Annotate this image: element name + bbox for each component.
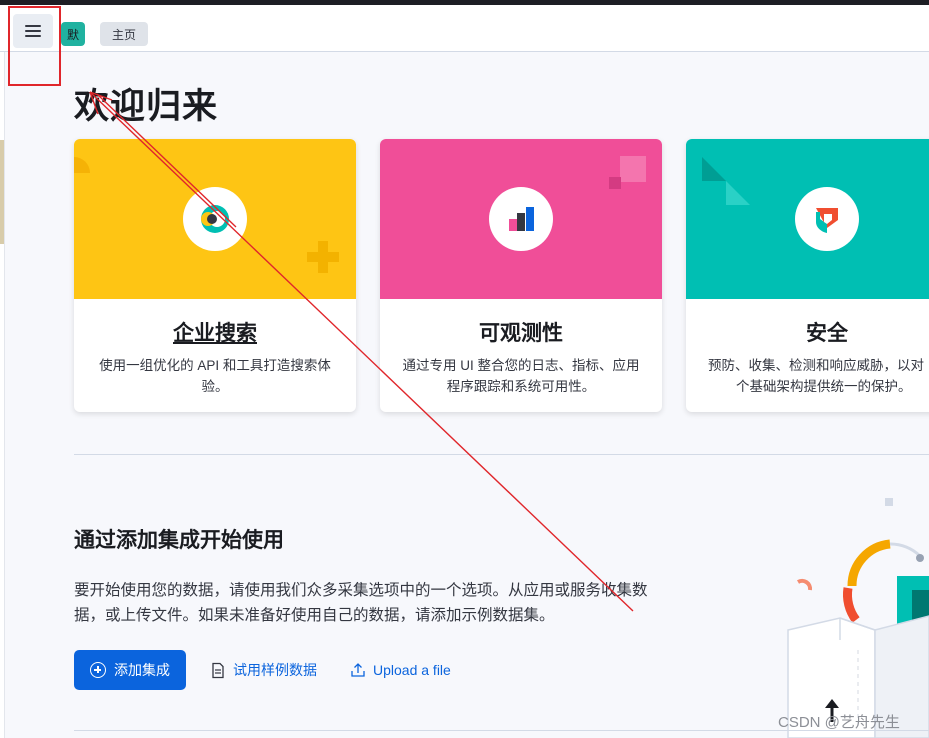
try-sample-data-label: 试用样例数据 [233,662,317,678]
add-integrations-label: 添加集成 [114,662,170,678]
solution-card-enterprise-search[interactable]: 企业搜索 使用一组优化的 API 和工具打造搜索体验。 [74,139,356,412]
security-logo-icon [795,187,859,251]
card-title: 安全 [806,322,848,345]
card-description: 使用一组优化的 API 和工具打造搜索体验。 [99,358,331,394]
card-description-line: 预防、收集、检测和响应威胁，以对 [708,358,924,373]
card-title: 企业搜索 [173,322,257,345]
integrations-illustration [787,498,929,738]
page-title: 欢迎归来 [74,87,219,126]
card-title: 可观测性 [479,322,563,345]
upload-file-label: Upload a file [373,662,451,678]
integrations-title: 通过添加集成开始使用 [74,529,284,552]
main-menu-button[interactable] [13,14,53,48]
space-avatar[interactable]: 默 [61,22,85,46]
enterprise-search-logo-icon [183,187,247,251]
integrations-description: 要开始使用您的数据，请使用我们众多采集选项中的一个选项。从应用或服务收集数据，或… [74,582,648,624]
add-integrations-button[interactable]: 添加集成 [74,650,186,690]
solution-card-security[interactable]: 安全 预防、收集、检测和响应威胁，以对 个基础架构提供统一的保护。 [686,139,929,412]
watermark: CSDN @艺舟先生 [778,714,900,731]
card-description: 预防、收集、检测和响应威胁，以对 个基础架构提供统一的保护。 [704,355,929,397]
card-description: 通过专用 UI 整合您的日志、指标、应用程序跟踪和系统可用性。 [402,358,640,394]
left-window-edge [0,52,5,738]
card-description-line: 个基础架构提供统一的保护。 [736,379,912,394]
header-bar: 默 主页 [0,5,929,52]
hamburger-menu-icon [25,25,41,37]
plus-circle-icon [90,662,106,678]
upload-file-link[interactable]: Upload a file [350,660,451,680]
kibana-home-page: 默 主页 欢迎归来 企业搜索 使用一组优化的 API 和工具打造搜索体验。 可观… [0,0,929,738]
observability-logo-icon [489,187,553,251]
try-sample-data-link[interactable]: 试用样例数据 [210,660,317,680]
section-divider [74,454,929,455]
upload-icon [351,663,365,677]
breadcrumb-home[interactable]: 主页 [100,22,149,46]
solution-card-observability[interactable]: 可观测性 通过专用 UI 整合您的日志、指标、应用程序跟踪和系统可用性。 [380,139,662,412]
document-icon [212,662,224,678]
